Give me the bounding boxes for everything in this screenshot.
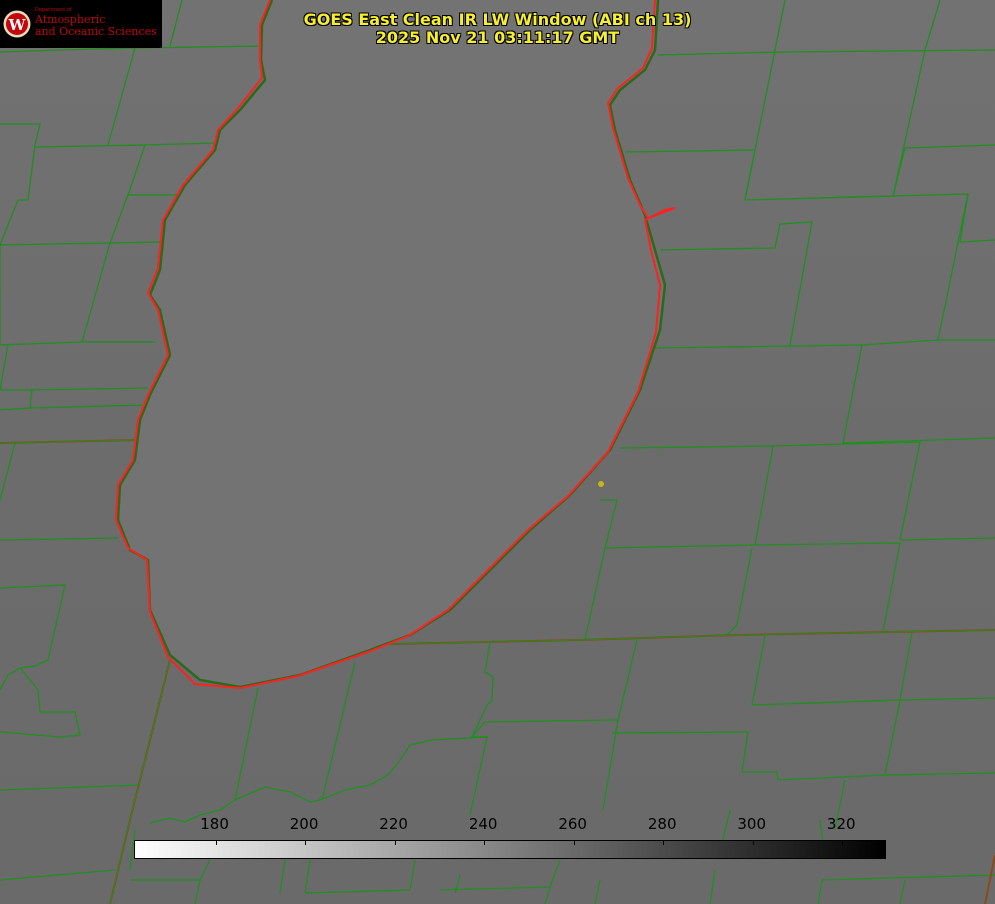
colorbar-tick [752, 841, 754, 845]
location-marker [598, 481, 604, 487]
colorbar-labels: 180 200 220 240 260 280 300 320 [0, 815, 995, 835]
colorbar-tick [484, 841, 486, 845]
colorbar-tick-label: 280 [647, 815, 677, 833]
colorbar-tick [394, 841, 396, 845]
colorbar-tick-label: 200 [289, 815, 319, 833]
colorbar-tick-label: 220 [379, 815, 408, 833]
title-line-2: 2025 Nov 21 03:11:17 GMT [375, 28, 620, 47]
satellite-map [0, 0, 995, 904]
colorbar-tick-label: 240 [468, 815, 498, 833]
colorbar-tick [663, 841, 665, 845]
colorbar-tick-label: 180 [200, 815, 229, 833]
colorbar-tick [305, 841, 307, 845]
colorbar-tick [215, 841, 217, 845]
colorbar-tick-label: 300 [737, 815, 767, 833]
colorbar-tick-label: 260 [558, 815, 587, 833]
image-title: GOES East Clean IR LW Window (ABI ch 13)… [0, 11, 995, 47]
colorbar [134, 840, 886, 859]
colorbar-tick [842, 841, 844, 845]
colorbar-tick-label: 320 [826, 815, 856, 833]
title-line-1: GOES East Clean IR LW Window (ABI ch 13) [303, 10, 692, 29]
colorbar-tick [573, 841, 575, 845]
